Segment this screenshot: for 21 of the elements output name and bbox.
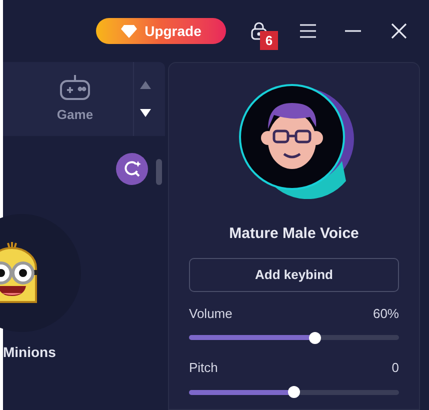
slider-reading: 60% [372, 304, 399, 322]
slider-thumb[interactable] [309, 332, 321, 344]
slider-label: Pitch [189, 359, 218, 377]
scroll-down-icon[interactable] [140, 109, 151, 117]
slider-thumb[interactable] [288, 386, 300, 398]
menu-icon[interactable] [299, 24, 317, 38]
callout-number: 6 [260, 31, 278, 50]
scroll-up-icon[interactable] [140, 81, 151, 89]
voice-title: Mature Male Voice [229, 224, 359, 244]
voice-name: Minions [3, 343, 57, 362]
search-sparkle-icon[interactable] [116, 153, 148, 185]
slider-label: Volume [189, 304, 232, 322]
diamond-icon [120, 24, 137, 38]
minion-drawing [0, 240, 38, 306]
add-keybind-button[interactable]: Add keybind [189, 258, 399, 292]
close-icon[interactable] [391, 23, 407, 39]
slider-reading: 0 [392, 359, 399, 377]
category-tab[interactable]: Game [47, 62, 103, 136]
scrollbar-thumb[interactable] [156, 159, 162, 185]
upgrade-button[interactable]: Upgrade [96, 18, 226, 44]
gamepad-icon [59, 73, 91, 102]
